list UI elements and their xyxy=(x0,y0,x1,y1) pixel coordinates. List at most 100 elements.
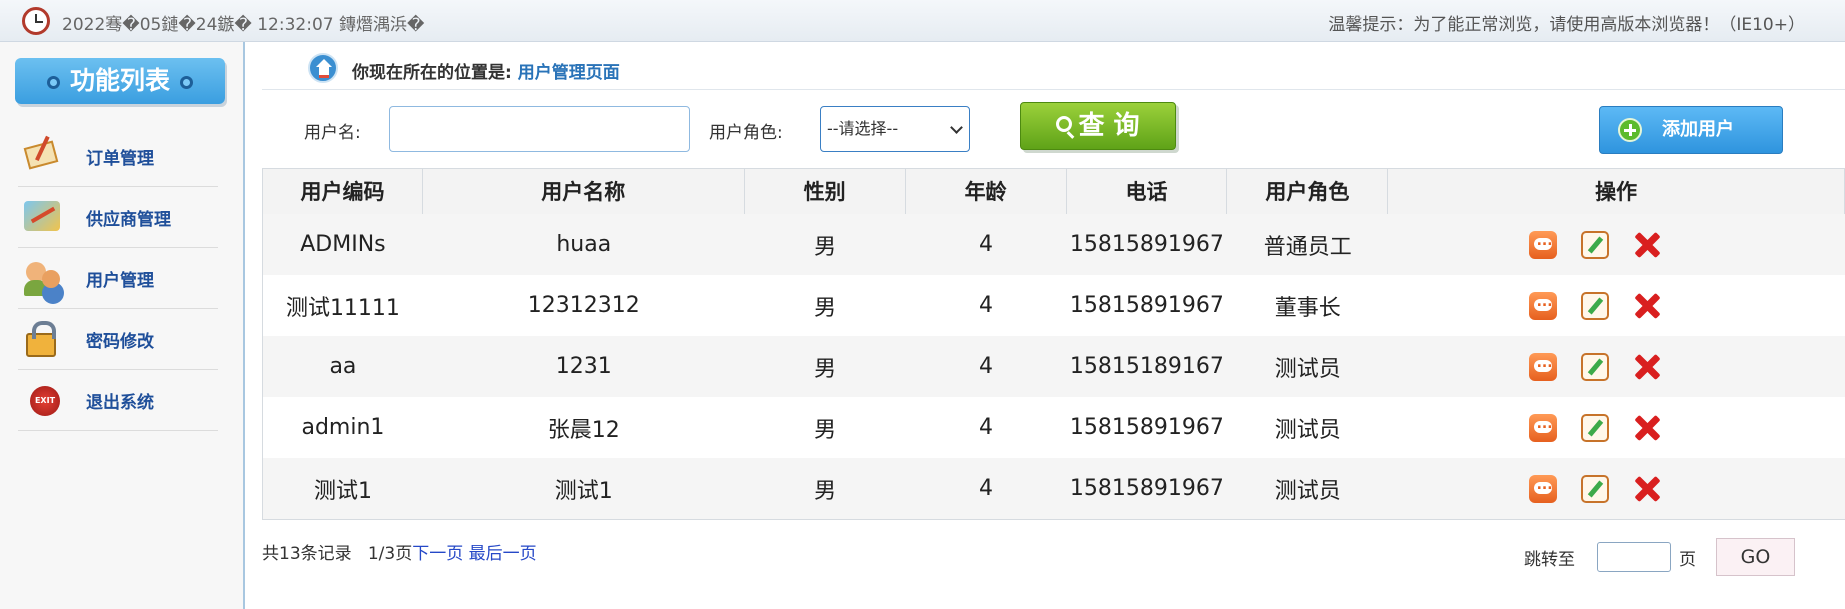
cell-actions xyxy=(1388,474,1845,503)
view-icon[interactable] xyxy=(1528,474,1557,503)
table-body: ADMINs huaa 男 4 15815891967 普通员工 测试11111… xyxy=(263,214,1845,519)
delete-icon[interactable] xyxy=(1633,414,1661,442)
chevron-down-icon xyxy=(950,121,963,134)
browser-tip: 温馨提示：为了能正常浏览，请使用高版本浏览器！（IE10+） xyxy=(1328,15,1805,35)
sidebar-item-label: 用户管理 xyxy=(86,270,154,291)
table-row: 测试11111 12312312 男 4 15815891967 董事长 xyxy=(263,275,1845,336)
table-header: 用户编码 用户名称 性别 年龄 电话 用户角色 操作 xyxy=(263,168,1845,214)
sidebar-item-suppliers[interactable]: 供应商管理 xyxy=(18,187,218,248)
sidebar-item-exit[interactable]: EXIT 退出系统 xyxy=(18,370,218,431)
order-icon xyxy=(22,136,66,176)
header-actions: 操作 xyxy=(1388,169,1845,214)
cell-role: 测试员 xyxy=(1274,478,1341,504)
bullet-icon xyxy=(46,75,60,89)
cell-user-code: ADMINs xyxy=(300,232,386,257)
cell-gender: 男 xyxy=(814,417,837,443)
page-indicator: 1/3页 xyxy=(367,544,413,564)
menu-list: 订单管理 供应商管理 用户管理 密码修改 EXIT 退出系统 xyxy=(18,126,218,431)
supplier-icon xyxy=(22,197,66,237)
bullet-icon xyxy=(180,75,193,89)
lock-icon xyxy=(22,319,66,359)
edit-icon[interactable] xyxy=(1580,291,1609,320)
edit-icon[interactable] xyxy=(1580,230,1609,259)
sidebar: 功能列表 订单管理 供应商管理 用户管理 密码修改 EXIT 退出系统 xyxy=(0,42,245,609)
cell-age: 4 xyxy=(979,293,994,318)
query-button[interactable]: 查 询 xyxy=(1020,102,1176,150)
cell-gender: 男 xyxy=(814,295,837,321)
view-icon[interactable] xyxy=(1528,230,1557,259)
home-icon xyxy=(308,53,338,83)
add-user-button[interactable]: 添加用户 xyxy=(1599,106,1783,154)
cell-role: 测试员 xyxy=(1274,356,1341,382)
query-button-label: 查 询 xyxy=(1078,111,1140,141)
view-icon[interactable] xyxy=(1528,291,1557,320)
cell-phone: 15815891967 xyxy=(1069,476,1224,501)
cell-actions xyxy=(1388,352,1845,381)
cell-gender: 男 xyxy=(814,478,837,504)
edit-icon[interactable] xyxy=(1580,474,1609,503)
clock-icon xyxy=(22,7,50,35)
search-bar: 用户名: 用户角色: --请选择-- 查 询 添加用户 xyxy=(262,96,1845,158)
exit-icon: EXIT xyxy=(22,380,66,420)
table-row: admin1 张晨12 男 4 15815891967 测试员 xyxy=(263,397,1845,458)
page-number-input[interactable] xyxy=(1597,542,1671,572)
sidebar-item-label: 供应商管理 xyxy=(86,209,171,230)
add-user-label: 添加用户 xyxy=(1662,119,1734,140)
cell-age: 4 xyxy=(979,476,994,501)
cell-user-name: 张晨12 xyxy=(547,417,620,443)
breadcrumb: 你现在所在的位置是: 用户管理页面 xyxy=(262,46,1845,90)
view-icon[interactable] xyxy=(1528,352,1557,381)
next-page-link[interactable]: 下一页 xyxy=(412,544,463,564)
table-row: ADMINs huaa 男 4 15815891967 普通员工 xyxy=(263,214,1845,275)
breadcrumb-text: 你现在所在的位置是: 用户管理页面 xyxy=(352,58,620,83)
sidebar-item-password[interactable]: 密码修改 xyxy=(18,309,218,370)
cell-user-code: aa xyxy=(329,354,357,379)
delete-icon[interactable] xyxy=(1633,353,1661,381)
pagination: 共13条记录 1/3页下一页 最后一页 xyxy=(262,539,537,564)
cell-user-code: 测试11111 xyxy=(285,295,400,321)
header-user-code: 用户编码 xyxy=(263,169,423,214)
go-button[interactable]: GO xyxy=(1716,538,1795,576)
menu-title-text: 功能列表 xyxy=(69,66,170,95)
jump-label: 跳转至 xyxy=(1524,549,1575,570)
table-row: 测试1 测试1 男 4 15815891967 测试员 xyxy=(263,458,1845,519)
cell-role: 测试员 xyxy=(1274,417,1341,443)
header-user-name: 用户名称 xyxy=(423,169,745,214)
header-age: 年龄 xyxy=(906,169,1067,214)
page-jump: 跳转至 页 GO xyxy=(1524,538,1795,576)
cell-gender: 男 xyxy=(814,234,837,260)
username-input[interactable] xyxy=(389,106,690,152)
users-icon xyxy=(22,258,66,298)
search-icon xyxy=(1056,116,1073,132)
delete-icon[interactable] xyxy=(1633,292,1661,320)
user-table: 用户编码 用户名称 性别 年龄 电话 用户角色 操作 ADMINs huaa 男… xyxy=(262,168,1845,520)
cell-phone: 15815189167 xyxy=(1069,354,1224,379)
cell-role: 普通员工 xyxy=(1263,234,1352,260)
table-row: aa 1231 男 4 15815189167 测试员 xyxy=(263,336,1845,397)
breadcrumb-current[interactable]: 用户管理页面 xyxy=(518,63,620,83)
cell-gender: 男 xyxy=(814,356,837,382)
cell-phone: 15815891967 xyxy=(1069,232,1224,257)
cell-phone: 15815891967 xyxy=(1069,415,1224,440)
username-label: 用户名: xyxy=(304,123,361,143)
role-select[interactable]: --请选择-- xyxy=(820,106,970,152)
view-icon[interactable] xyxy=(1528,413,1557,442)
role-select-value: --请选择-- xyxy=(827,119,899,138)
cell-actions xyxy=(1388,291,1845,320)
edit-icon[interactable] xyxy=(1580,352,1609,381)
delete-icon[interactable] xyxy=(1633,231,1661,259)
header-phone: 电话 xyxy=(1067,169,1228,214)
cell-actions xyxy=(1388,230,1845,259)
current-datetime: 2022骞�05鏈�24鏃� 12:32:07 鏄熸湡浜� xyxy=(62,15,425,35)
header-role: 用户角色 xyxy=(1227,169,1389,214)
cell-user-code: admin1 xyxy=(301,415,385,440)
sidebar-item-orders[interactable]: 订单管理 xyxy=(18,126,218,187)
delete-icon[interactable] xyxy=(1633,475,1661,503)
role-label: 用户角色: xyxy=(709,123,783,143)
cell-user-name: 1231 xyxy=(555,354,612,379)
cell-user-code: 测试1 xyxy=(313,478,372,504)
breadcrumb-prefix: 你现在所在的位置是: xyxy=(352,63,518,83)
edit-icon[interactable] xyxy=(1580,413,1609,442)
sidebar-item-users[interactable]: 用户管理 xyxy=(18,248,218,309)
last-page-link[interactable]: 最后一页 xyxy=(469,544,537,564)
